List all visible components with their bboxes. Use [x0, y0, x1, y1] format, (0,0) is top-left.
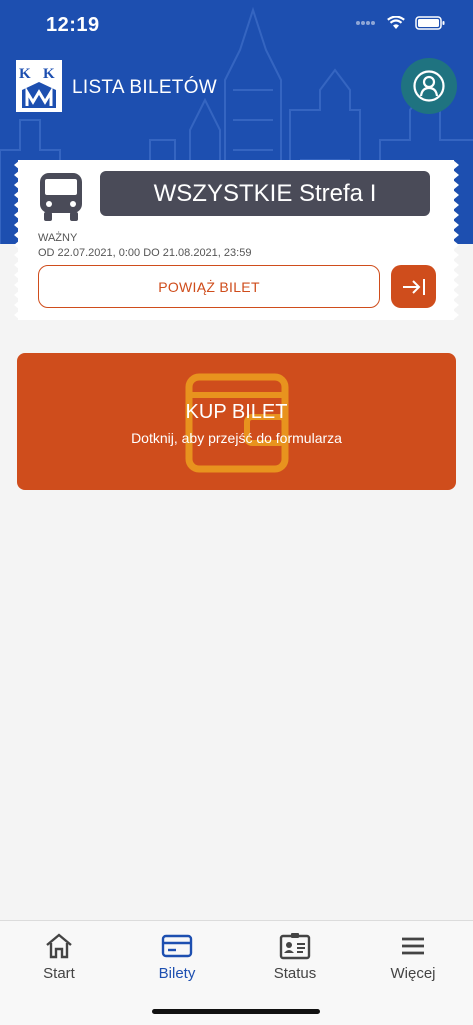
svg-text:K: K: [19, 66, 31, 82]
tab-status[interactable]: Status: [236, 931, 354, 982]
status-time: 12:19: [46, 14, 100, 36]
user-icon: [413, 70, 445, 102]
arrow-right-bar-icon: [402, 278, 425, 295]
profile-button[interactable]: [401, 58, 457, 114]
open-ticket-button[interactable]: [391, 265, 436, 308]
battery-icon: [415, 16, 445, 30]
status-bar: 12:19: [0, 0, 473, 54]
svg-text:K: K: [43, 66, 55, 82]
buy-ticket-title: KUP BILET: [185, 401, 288, 423]
id-card-icon: [279, 933, 311, 960]
tab-start-label: Start: [43, 965, 75, 982]
home-icon: [46, 933, 72, 959]
tab-status-label: Status: [273, 965, 317, 982]
tab-wiecej[interactable]: Więcej: [354, 931, 472, 982]
tab-wiecej-label: Więcej: [390, 965, 436, 982]
menu-icon: [402, 937, 424, 955]
home-indicator: [152, 1009, 320, 1014]
buy-ticket-card[interactable]: KUP BILET Dotknij, aby przejść do formul…: [17, 353, 456, 490]
tab-bilety-label: Bilety: [158, 965, 196, 982]
validity-label: WAŻNY: [38, 232, 78, 244]
page-title: LISTA BILETÓW: [72, 77, 218, 98]
buy-ticket-subtitle: Dotknij, aby przejść do formularza: [131, 430, 342, 446]
validity-range: OD 22.07.2021, 0:00 DO 21.08.2021, 23:59: [38, 247, 252, 259]
signal-icon: [356, 21, 375, 25]
ticket-zone-label: WSZYSTKIE Strefa I: [100, 171, 430, 216]
wifi-icon: [387, 16, 405, 29]
link-ticket-button[interactable]: POWIĄŻ BILET: [38, 265, 380, 308]
kkm-logo: K K: [16, 60, 62, 112]
bus-icon: [40, 173, 82, 221]
tab-start[interactable]: Start: [0, 931, 118, 982]
ticket-icon: [161, 934, 193, 958]
tab-bilety[interactable]: Bilety: [118, 931, 236, 982]
